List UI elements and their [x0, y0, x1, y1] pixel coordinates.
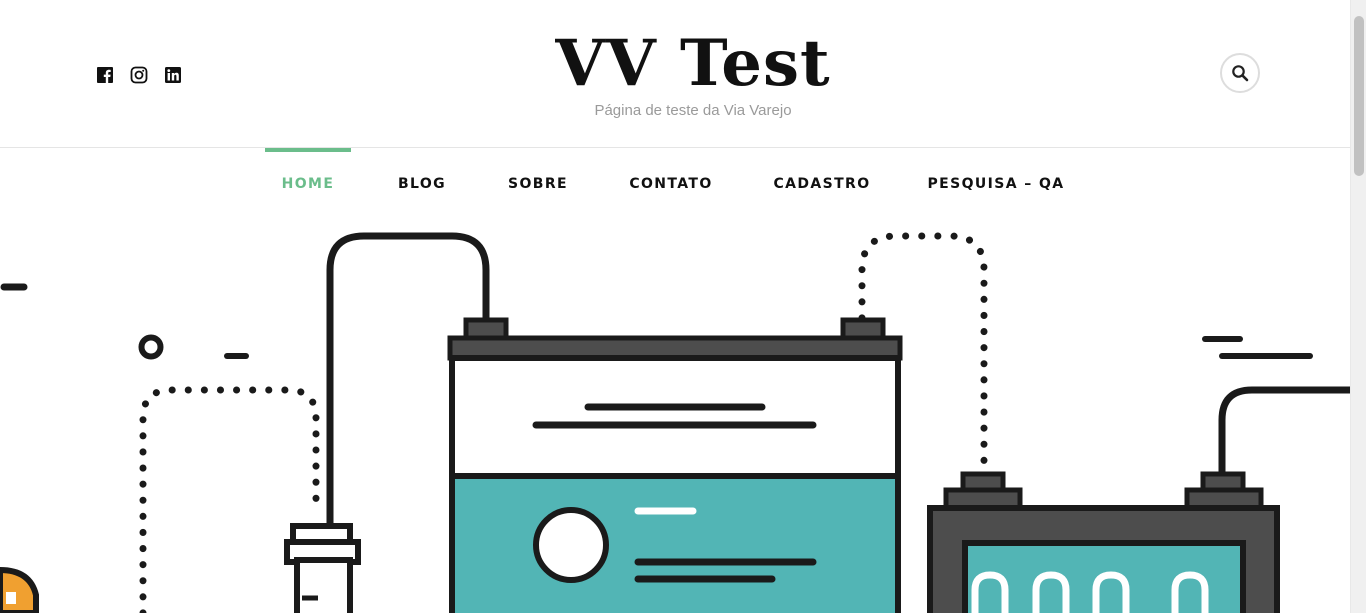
batteries-illustration: [0, 232, 1350, 613]
nav-item-cadastro[interactable]: CADASTRO: [759, 148, 885, 218]
site-branding: VV Test Página de teste da Via Varejo: [0, 26, 1366, 119]
nav-item-contato[interactable]: CONTATO: [613, 148, 729, 218]
nav-item-home[interactable]: HOME: [265, 148, 351, 218]
nav-item-pesquisa-qa[interactable]: PESQUISA – QA: [915, 148, 1077, 218]
search-button[interactable]: [1220, 53, 1260, 93]
main-navigation: HOME BLOG SOBRE CONTATO CADASTRO PESQUIS…: [0, 148, 1350, 218]
page-scrollbar[interactable]: [1350, 0, 1366, 613]
nav-item-sobre[interactable]: SOBRE: [493, 148, 583, 218]
search-icon: [1232, 65, 1249, 82]
scrollbar-thumb[interactable]: [1354, 16, 1364, 176]
site-header: VV Test Página de teste da Via Varejo: [0, 0, 1350, 148]
nav-item-blog[interactable]: BLOG: [381, 148, 463, 218]
site-tagline: Página de teste da Via Varejo: [594, 102, 792, 119]
site-title[interactable]: VV Test: [0, 26, 1366, 102]
hero-image: [0, 218, 1350, 613]
